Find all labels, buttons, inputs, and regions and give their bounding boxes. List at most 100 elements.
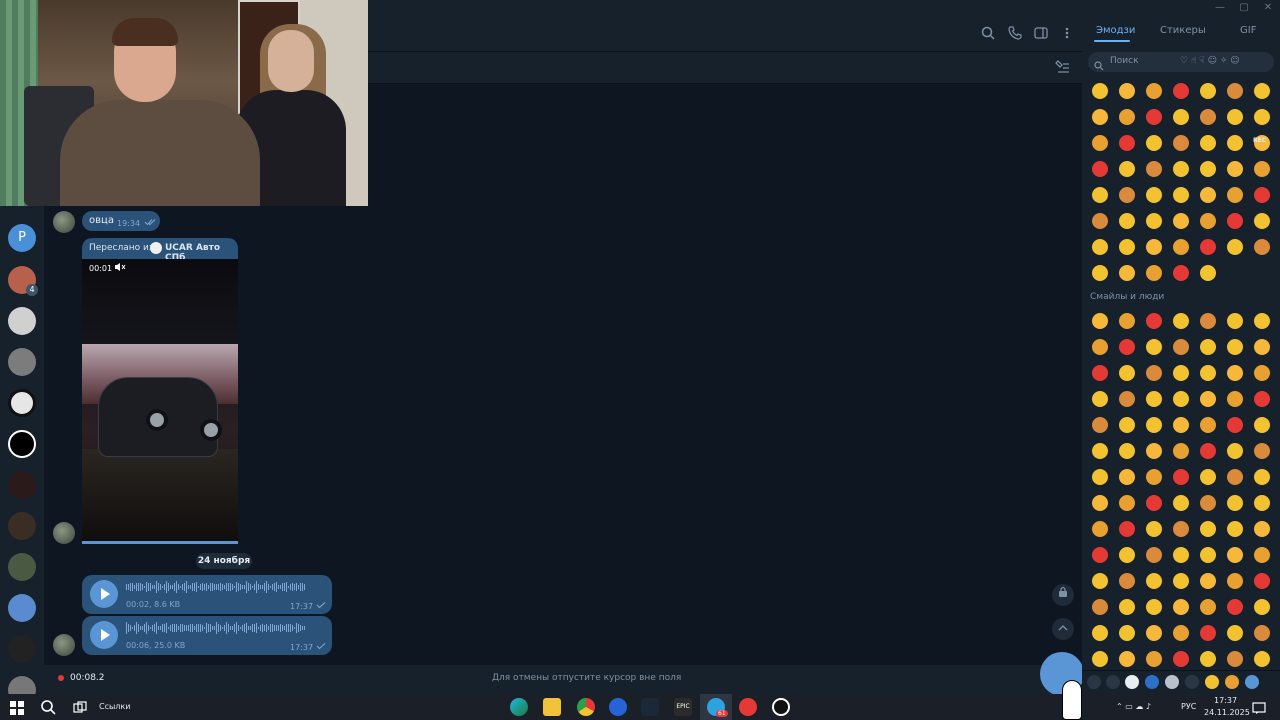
clock-time[interactable]: 17:37: [1214, 696, 1237, 705]
emoji-item[interactable]: [1086, 594, 1113, 620]
emoji-item[interactable]: [1194, 490, 1221, 516]
emoji-item[interactable]: [1194, 516, 1221, 542]
emoji-item[interactable]: [1221, 130, 1248, 156]
emoji-item[interactable]: [1248, 412, 1275, 438]
more-icon[interactable]: [1059, 26, 1075, 42]
recent-icon[interactable]: [1087, 675, 1101, 689]
emoji-item[interactable]: [1167, 360, 1194, 386]
emoji-item[interactable]: [1221, 438, 1248, 464]
emoji-item[interactable]: [1086, 308, 1113, 334]
emoji-category-icon[interactable]: [1145, 675, 1159, 689]
emoji-item[interactable]: [1086, 360, 1113, 386]
chat-avatar-letter[interactable]: P: [8, 224, 36, 252]
minimize-button[interactable]: —: [1210, 1, 1230, 15]
emoji-item[interactable]: [1113, 360, 1140, 386]
chevron-up-icon[interactable]: [1052, 618, 1074, 640]
emoji-category-icon[interactable]: [1125, 675, 1139, 689]
emoji-item[interactable]: [1248, 438, 1275, 464]
emoji-item[interactable]: [1140, 104, 1167, 130]
emoji-item[interactable]: [1248, 78, 1275, 104]
chat-avatar[interactable]: [8, 635, 36, 663]
emoji-item[interactable]: [1221, 386, 1248, 412]
emoji-item[interactable]: [1167, 438, 1194, 464]
emoji-item[interactable]: [1248, 234, 1275, 260]
emoji-item[interactable]: [1194, 542, 1221, 568]
emoji-item[interactable]: [1086, 78, 1113, 104]
emoji-category-icon[interactable]: [1185, 675, 1199, 689]
emoji-item[interactable]: [1194, 620, 1221, 646]
emoji-category-icon[interactable]: [1225, 675, 1239, 689]
emoji-item[interactable]: [1113, 438, 1140, 464]
emoji-item[interactable]: [1113, 516, 1140, 542]
emoji-search-input[interactable]: Поиск ♡ ☝ ☟ ☺ ✧ ☺: [1088, 52, 1274, 72]
emoji-item[interactable]: [1140, 260, 1167, 286]
emoji-item[interactable]: [1221, 156, 1248, 182]
emoji-item[interactable]: [1194, 208, 1221, 234]
voice-waveform[interactable]: [126, 621, 326, 635]
chat-avatar[interactable]: [8, 594, 36, 622]
emoji-item[interactable]: [1221, 646, 1248, 672]
emoji-category-icon[interactable]: [1245, 675, 1259, 689]
emoji-item[interactable]: [1167, 182, 1194, 208]
emoji-item[interactable]: [1221, 412, 1248, 438]
emoji-item[interactable]: [1086, 182, 1113, 208]
emoji-item[interactable]: [1167, 208, 1194, 234]
lock-icon[interactable]: [1052, 584, 1074, 606]
emoji-item[interactable]: [1086, 208, 1113, 234]
emoji-item[interactable]: [1194, 78, 1221, 104]
emoji-item[interactable]: [1167, 516, 1194, 542]
emoji-item[interactable]: [1113, 594, 1140, 620]
emoji-item[interactable]: [1167, 646, 1194, 672]
epic-games-icon[interactable]: EPIC: [674, 698, 692, 716]
sender-avatar[interactable]: [53, 211, 75, 233]
emoji-item[interactable]: [1086, 438, 1113, 464]
emoji-item[interactable]: [1248, 542, 1275, 568]
chat-avatar[interactable]: [8, 430, 36, 458]
emoji-item[interactable]: [1140, 464, 1167, 490]
emoji-item[interactable]: [1167, 104, 1194, 130]
emoji-item[interactable]: [1248, 490, 1275, 516]
emoji-item[interactable]: [1140, 78, 1167, 104]
emoji-item[interactable]: [1086, 464, 1113, 490]
yandex-icon[interactable]: [739, 698, 757, 716]
windows-start-icon[interactable]: [10, 700, 24, 715]
emoji-item[interactable]: [1113, 568, 1140, 594]
tray-icons[interactable]: ⌃ ▭ ☁ ♪: [1116, 702, 1151, 711]
emoji-item[interactable]: [1194, 568, 1221, 594]
emoji-item[interactable]: [1140, 130, 1167, 156]
emoji-item[interactable]: [1140, 490, 1167, 516]
emoji-item[interactable]: [1221, 182, 1248, 208]
emoji-item[interactable]: [1167, 334, 1194, 360]
emoji-item[interactable]: [1194, 438, 1221, 464]
emoji-item[interactable]: [1113, 308, 1140, 334]
emoji-filter-icons[interactable]: ♡ ☝ ☟ ☺ ✧ ☺: [1180, 56, 1240, 66]
emoji-item[interactable]: [1113, 260, 1140, 286]
emoji-item[interactable]: [1140, 438, 1167, 464]
obs-icon[interactable]: [772, 698, 790, 716]
chat-avatar[interactable]: [8, 553, 36, 581]
voice-message[interactable]: 00:06, 25.0 KB 17:37: [82, 616, 332, 655]
sender-avatar[interactable]: [53, 634, 75, 656]
emoji-item[interactable]: [1113, 234, 1140, 260]
steam-icon[interactable]: [641, 698, 659, 716]
emoji-item[interactable]: [1086, 156, 1113, 182]
emoji-item[interactable]: [1248, 568, 1275, 594]
emoji-item[interactable]: [1167, 308, 1194, 334]
emoji-item[interactable]: [1086, 386, 1113, 412]
video-message[interactable]: 00:01: [82, 259, 238, 543]
language-indicator[interactable]: РУС: [1181, 702, 1196, 711]
emoji-item[interactable]: [1248, 464, 1275, 490]
task-view-icon[interactable]: [73, 700, 87, 714]
tab-emoji[interactable]: Эмодзи: [1096, 25, 1135, 36]
voice-waveform[interactable]: [126, 580, 326, 594]
emoji-item[interactable]: [1086, 542, 1113, 568]
emoji-item[interactable]: [1140, 620, 1167, 646]
emoji-item[interactable]: [1113, 334, 1140, 360]
emoji-item[interactable]: [1194, 182, 1221, 208]
taskbar-search-label[interactable]: Ссылки: [99, 702, 130, 711]
emoji-item[interactable]: [1113, 490, 1140, 516]
app-icon[interactable]: [609, 698, 627, 716]
chat-avatar[interactable]: [8, 348, 36, 376]
emoji-item[interactable]: [1086, 260, 1113, 286]
emoji-item[interactable]: [1248, 646, 1275, 672]
